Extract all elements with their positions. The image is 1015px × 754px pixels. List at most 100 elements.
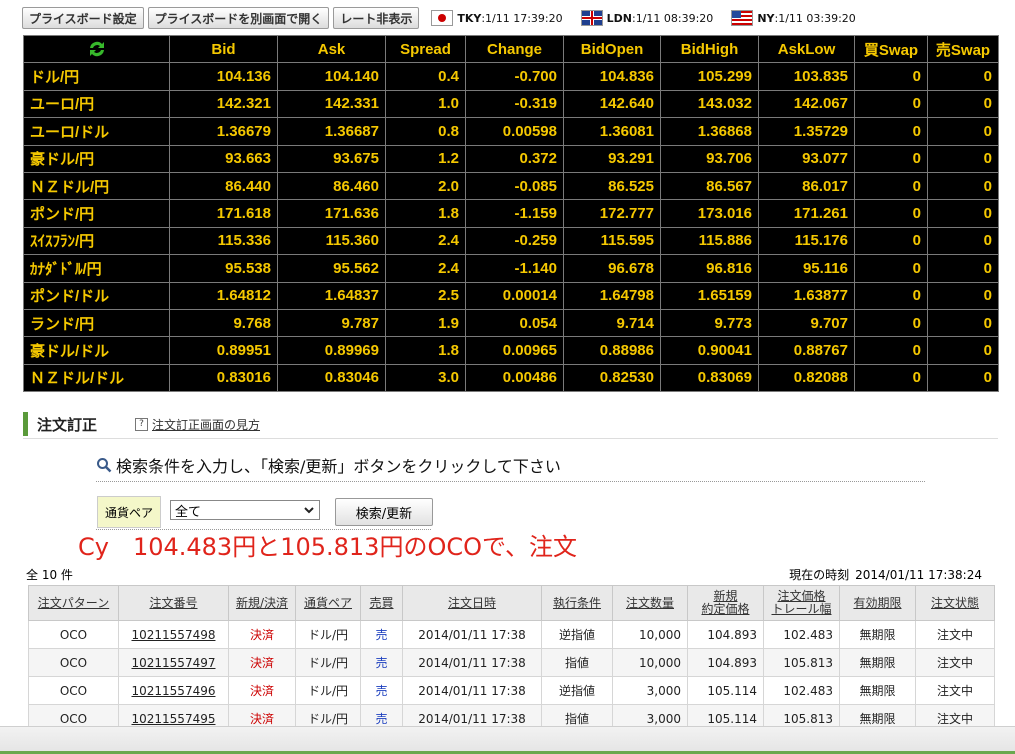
currency-pair-name: ドル/円 (23, 62, 170, 91)
order-cell: 2014/01/11 17:38 (402, 648, 542, 677)
toolbar: プライスボード設定 プライスボードを別画面で開く レート非表示 TKY :1/1… (22, 6, 856, 30)
currency-pair-value: 全て (175, 504, 202, 520)
orders-col-header[interactable]: 注文状態 (915, 585, 995, 621)
order-cell: 102.483 (763, 620, 840, 649)
rate-cell: 1.9 (385, 308, 466, 338)
help-link-text[interactable]: 注文訂正画面の見方 (152, 416, 260, 433)
rate-cell: 0.372 (465, 144, 564, 173)
order-correction-section-header: 注文訂正 ? 注文訂正画面の見方 (23, 408, 998, 439)
orders-col-header[interactable]: 通貨ペア (295, 585, 361, 621)
order-cell: ドル/円 (295, 676, 361, 705)
currency-pair-select[interactable]: 全て (170, 500, 320, 520)
refresh-rates-icon[interactable] (23, 34, 170, 64)
rate-cell: 93.706 (660, 144, 759, 173)
rate-cell: 96.816 (660, 254, 759, 283)
rate-cell: 104.140 (277, 62, 386, 91)
currency-pair-name: ポンド/円 (23, 199, 170, 228)
rate-cell: 142.321 (169, 89, 278, 119)
rate-cell: 0 (927, 199, 999, 228)
rate-cell: 3.0 (385, 363, 466, 393)
rate-cell: 0 (854, 89, 928, 119)
currency-pair-name: 豪ドル/円 (23, 144, 170, 173)
order-cell: 無期限 (839, 620, 916, 649)
rate-cell: 95.562 (277, 254, 386, 283)
rate-row: ドル/円 104.136 104.140 0.4 -0.700 104.836 105.29… (23, 62, 999, 91)
rate-cell: 0 (927, 363, 999, 393)
order-cell: 注文中 (915, 620, 995, 649)
rate-row: ランド/円 9.768 9.787 1.9 0.054 9.714 9.773 9.707 0 0 (23, 308, 999, 338)
rate-cell: 0 (854, 308, 928, 338)
rate-cell: 0 (854, 226, 928, 256)
rate-row: ＮＺドル/ドル 0.83016 0.83046 3.0 0.00486 0.82530 0.… (23, 363, 999, 393)
order-cell: 105.813 (763, 648, 840, 677)
rate-cell: 171.261 (758, 199, 855, 228)
rate-cell: 1.0 (385, 89, 466, 119)
orders-col-header[interactable]: 注文日時 (402, 585, 542, 621)
rate-cell: 1.64812 (169, 281, 278, 310)
rate-cell: 173.016 (660, 199, 759, 228)
orders-col-header[interactable]: 注文価格 トレール幅 (763, 585, 840, 621)
rate-cell: 1.36679 (169, 117, 278, 146)
rate-cell: 172.777 (563, 199, 661, 228)
rate-cell: 0 (927, 254, 999, 283)
clock-label: TKY (457, 11, 482, 25)
rate-cell: 0 (927, 144, 999, 173)
rate-cell: 143.032 (660, 89, 759, 119)
current-time-label: 現在の時刻 (789, 568, 850, 582)
currency-pair-label: 通貨ペア (97, 496, 161, 528)
rate-cell: 2.0 (385, 171, 466, 201)
search-instruction-text: 検索条件を入力し、「検索/更新」ボタンをクリックして下さい (116, 457, 561, 476)
rate-cell: 0.83069 (660, 363, 759, 393)
order-number-link[interactable]: 10211557497 (118, 648, 229, 677)
order-cell: ドル/円 (295, 620, 361, 649)
order-cell: 決済 (228, 648, 296, 677)
rate-cell: 0 (927, 62, 999, 91)
rate-cell: -1.159 (465, 199, 564, 228)
rate-cell: 2.4 (385, 254, 466, 283)
open-price-board-window-button[interactable]: プライスボードを別画面で開く (147, 7, 330, 29)
order-cell: 104.893 (687, 648, 764, 677)
orders-col-header[interactable]: 有効期限 (839, 585, 916, 621)
order-cell: 決済 (228, 620, 296, 649)
order-cell: 104.893 (687, 620, 764, 649)
rate-row: 豪ドル/ドル 0.89951 0.89969 1.8 0.00965 0.88986 0.9… (23, 336, 999, 365)
rate-cell: 9.773 (660, 308, 759, 338)
order-number-link[interactable]: 10211557498 (118, 620, 229, 649)
order-cell: 逆指値 (541, 620, 613, 649)
rate-cell: 9.768 (169, 308, 278, 338)
section-title: 注文訂正 (37, 416, 98, 434)
rate-cell: 93.077 (758, 144, 855, 173)
col-header: Change (465, 34, 564, 64)
orders-col-header[interactable]: 新規/決済 (228, 585, 296, 621)
order-number-link[interactable]: 10211557496 (118, 676, 229, 705)
rate-cell: -1.140 (465, 254, 564, 283)
orders-col-header[interactable]: 売買 (360, 585, 403, 621)
order-cell: 10,000 (612, 648, 688, 677)
search-update-button[interactable]: 検索/更新 (335, 498, 433, 526)
currency-pair-name: ランド/円 (23, 308, 170, 338)
orders-col-header[interactable]: 新規 約定価格 (687, 585, 764, 621)
rate-cell: 0 (927, 226, 999, 256)
rate-cell: 1.8 (385, 336, 466, 365)
rate-cell: 9.787 (277, 308, 386, 338)
rate-cell: 0 (927, 117, 999, 146)
rate-cell: 104.136 (169, 62, 278, 91)
rate-cell: 142.067 (758, 89, 855, 119)
rate-cell: 0.88767 (758, 336, 855, 365)
rate-cell: 0 (854, 144, 928, 173)
orders-col-header[interactable]: 注文パターン (28, 585, 119, 621)
order-cell: 3,000 (612, 676, 688, 705)
orders-col-header[interactable]: 執行条件 (541, 585, 613, 621)
rate-cell: 171.618 (169, 199, 278, 228)
orders-col-header[interactable]: 注文番号 (118, 585, 229, 621)
rate-cell: 115.336 (169, 226, 278, 256)
currency-pair-name: ＮＺドル/円 (23, 171, 170, 201)
help-link[interactable]: ? 注文訂正画面の見方 (135, 416, 260, 433)
price-board-settings-button[interactable]: プライスボード設定 (22, 7, 144, 29)
rate-cell: 171.636 (277, 199, 386, 228)
rate-cell: 115.176 (758, 226, 855, 256)
orders-col-header[interactable]: 注文数量 (612, 585, 688, 621)
rate-cell: 0 (927, 171, 999, 201)
rate-cell: 1.64837 (277, 281, 386, 310)
hide-rates-button[interactable]: レート非表示 (333, 7, 420, 29)
